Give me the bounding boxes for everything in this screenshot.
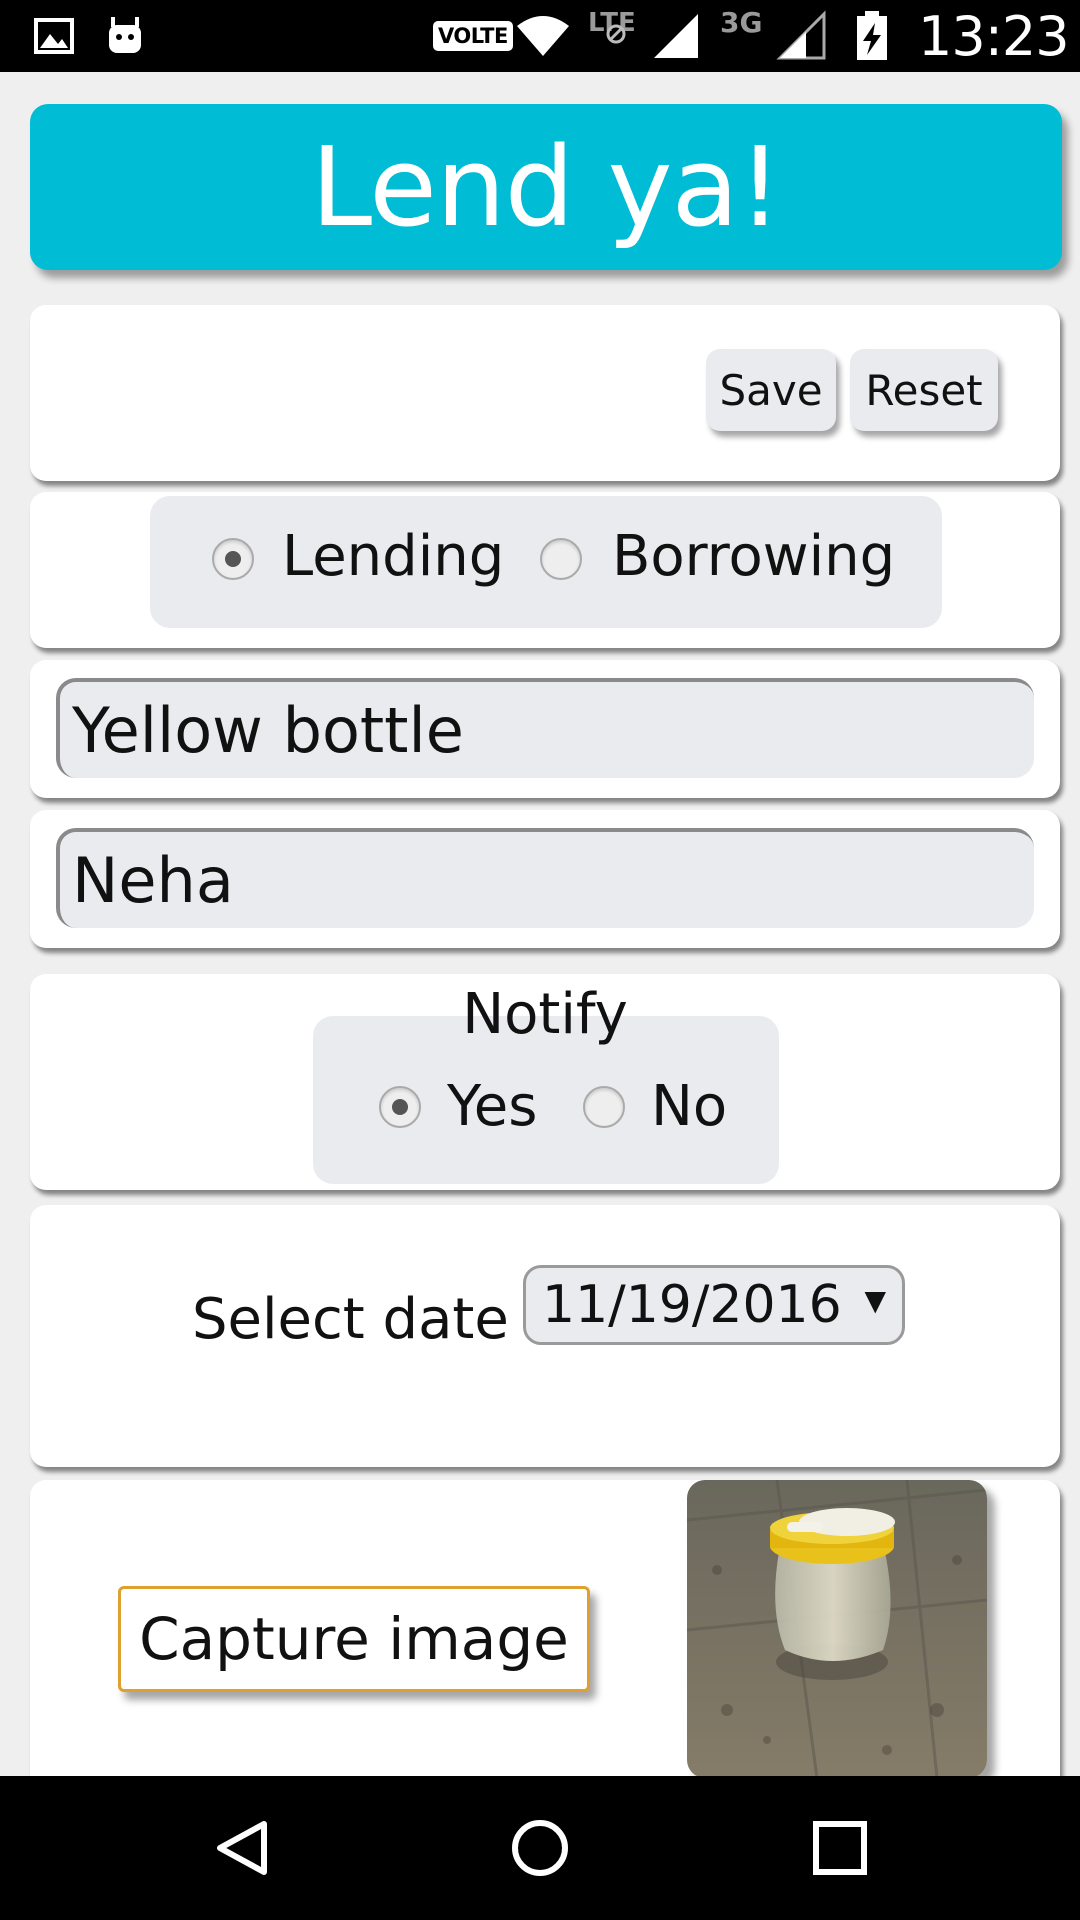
mode-radio-group: Lending Borrowing bbox=[150, 496, 942, 628]
notify-yes-label[interactable]: Yes bbox=[447, 1074, 537, 1139]
mode-card: Lending Borrowing bbox=[30, 492, 1060, 648]
save-button[interactable]: Save bbox=[706, 349, 836, 431]
item-card: Yellow bottle bbox=[30, 660, 1060, 798]
status-bar: VOLTE LTE 3G 13:23 bbox=[0, 0, 1080, 72]
lte-signal-icon: LTE bbox=[588, 0, 698, 72]
notify-no-radio[interactable] bbox=[583, 1086, 625, 1128]
capture-image-button[interactable]: Capture image bbox=[118, 1586, 590, 1692]
borrowing-label[interactable]: Borrowing bbox=[612, 524, 895, 589]
date-select[interactable]: 11/19/2016 ▼ bbox=[523, 1265, 905, 1345]
borrowing-radio[interactable] bbox=[540, 538, 582, 580]
notify-label: Notify bbox=[462, 982, 628, 1047]
volte-badge: VOLTE bbox=[433, 0, 513, 72]
3g-signal-icon: 3G bbox=[716, 0, 826, 72]
app-header: Lend ya! bbox=[30, 104, 1062, 270]
clock: 13:23 bbox=[918, 4, 1070, 68]
date-value: 11/19/2016 bbox=[542, 1275, 842, 1335]
back-icon[interactable] bbox=[182, 1776, 302, 1920]
person-name-input[interactable]: Neha bbox=[56, 828, 1034, 928]
app-screen: VOLTE LTE 3G 13:23 Lend ya! Save Reset L… bbox=[0, 0, 1080, 1920]
android-icon bbox=[106, 0, 144, 72]
notify-yes-radio[interactable] bbox=[379, 1086, 421, 1128]
navigation-bar bbox=[0, 1776, 1080, 1920]
home-icon[interactable] bbox=[480, 1776, 600, 1920]
image-icon bbox=[34, 0, 74, 72]
person-card: Neha bbox=[30, 810, 1060, 948]
date-card: Select date 11/19/2016 ▼ bbox=[30, 1205, 1060, 1467]
item-name-input[interactable]: Yellow bottle bbox=[56, 678, 1034, 778]
notify-no-label[interactable]: No bbox=[651, 1074, 727, 1139]
wifi-icon bbox=[515, 0, 571, 72]
lending-radio[interactable] bbox=[212, 538, 254, 580]
reset-button[interactable]: Reset bbox=[850, 349, 998, 431]
date-label: Select date bbox=[192, 1287, 509, 1352]
battery-charging-icon bbox=[855, 0, 889, 72]
dropdown-arrow-icon: ▼ bbox=[864, 1284, 886, 1317]
notify-card: Yes No Notify bbox=[30, 974, 1060, 1190]
recents-icon[interactable] bbox=[780, 1776, 900, 1920]
photo-thumbnail[interactable] bbox=[687, 1480, 987, 1778]
app-title: Lend ya! bbox=[310, 123, 782, 251]
actions-card: Save Reset bbox=[30, 305, 1060, 481]
lending-label[interactable]: Lending bbox=[282, 524, 504, 589]
